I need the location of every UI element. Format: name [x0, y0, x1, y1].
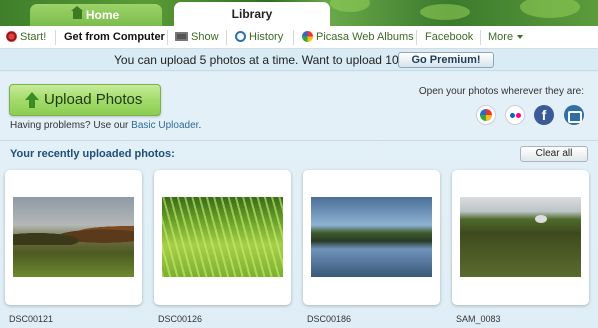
nav-get-from-computer[interactable]: Get from Computer [64, 26, 165, 48]
library-nav: Start! Get from Computer Show History Pi… [0, 26, 598, 49]
nav-divider [293, 30, 294, 45]
photo-thumbnail[interactable] [162, 197, 283, 277]
problems-suffix: . [198, 120, 202, 131]
promo-text: You can upload 5 photos at a time. Want … [114, 53, 412, 67]
start-icon [6, 30, 17, 42]
services-label: Open your photos wherever they are: [418, 86, 584, 97]
photo-card[interactable] [5, 170, 142, 305]
help-text: Having problems? Use our Basic Uploader. [10, 120, 201, 131]
tab-library[interactable]: Library [174, 2, 330, 26]
section-divider [0, 140, 598, 141]
nav-start[interactable]: Start! [6, 26, 46, 48]
nav-more[interactable]: More [488, 26, 524, 48]
leaf-decoration [520, 0, 580, 18]
clock-icon [235, 30, 246, 42]
leaf-decoration [330, 0, 370, 12]
nav-divider [167, 30, 168, 45]
tab-home[interactable]: Home [30, 4, 162, 26]
camera-icon[interactable] [564, 105, 584, 125]
nav-history-label: History [249, 31, 284, 43]
go-premium-button[interactable]: Go Premium! [398, 52, 494, 68]
clear-all-button[interactable]: Clear all [520, 146, 588, 162]
photo-caption: SAM_0083 [456, 314, 501, 324]
upload-photos-button[interactable]: Upload Photos [9, 84, 161, 116]
flickr-icon[interactable] [505, 105, 525, 125]
chevron-down-icon [517, 35, 524, 40]
upload-photos-label: Upload Photos [44, 91, 143, 108]
home-icon [70, 6, 83, 19]
upload-panel: Upload Photos Having problems? Use our B… [0, 72, 598, 328]
picasa-icon[interactable] [476, 105, 496, 125]
problems-prefix: Having problems? Use our [10, 120, 129, 131]
nav-more-label: More [488, 31, 514, 43]
nav-divider [226, 30, 227, 45]
photo-caption: DSC00121 [9, 314, 54, 324]
nav-picasa[interactable]: Picasa Web Albums [302, 26, 414, 48]
photo-thumbnail[interactable] [460, 197, 581, 277]
facebook-icon[interactable]: f [534, 105, 554, 125]
leaf-decoration [420, 4, 470, 20]
nav-divider [480, 30, 481, 45]
photo-caption: DSC00126 [158, 314, 203, 324]
photo-card[interactable] [452, 170, 589, 305]
photo-thumbnail[interactable] [311, 197, 432, 277]
tab-home-label: Home [85, 8, 120, 22]
header-banner: Home Library [0, 0, 598, 26]
film-icon [175, 31, 188, 41]
photo-thumbnail[interactable] [13, 197, 134, 277]
nav-divider [55, 30, 56, 45]
picasa-icon [302, 30, 313, 42]
basic-uploader-link[interactable]: Basic Uploader [131, 120, 198, 131]
nav-start-label: Start! [20, 31, 47, 43]
recent-photos-title: Your recently uploaded photos: [10, 148, 175, 160]
nav-history[interactable]: History [235, 26, 283, 48]
premium-promo-bar: You can upload 5 photos at a time. Want … [0, 49, 598, 71]
photo-caption: DSC00186 [307, 314, 352, 324]
nav-show-label: Show [191, 31, 219, 43]
photo-card[interactable] [154, 170, 291, 305]
nav-picasa-label: Picasa Web Albums [316, 31, 414, 43]
nav-divider [416, 30, 417, 45]
nav-facebook[interactable]: Facebook [425, 26, 473, 48]
upload-arrow-icon [25, 92, 39, 108]
nav-show[interactable]: Show [175, 26, 219, 48]
photo-card[interactable] [303, 170, 440, 305]
